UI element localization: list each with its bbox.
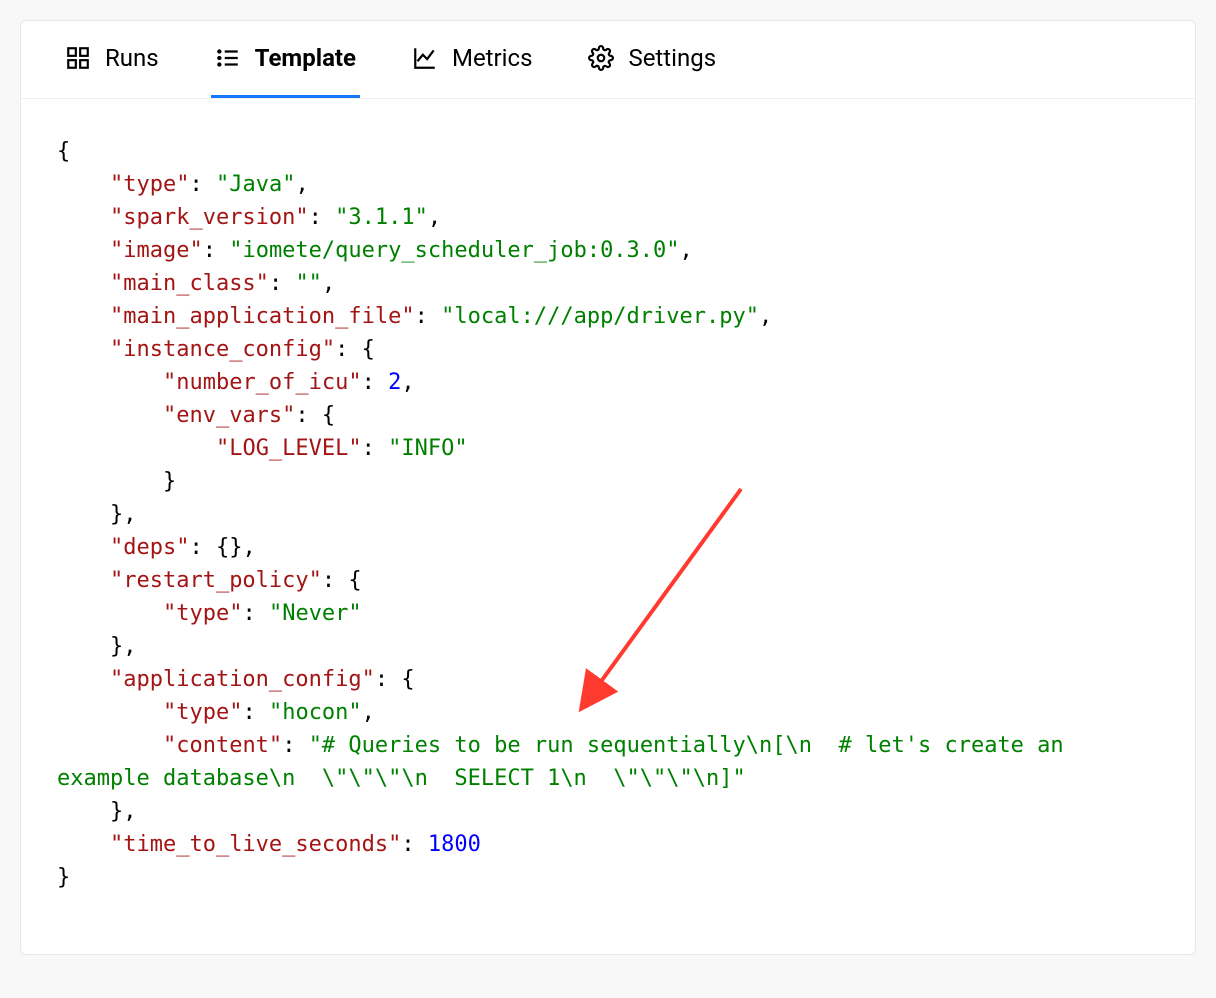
tab-label: Template (255, 44, 356, 72)
tab-template[interactable]: Template (211, 21, 360, 98)
list-icon (215, 45, 241, 71)
tab-runs[interactable]: Runs (61, 21, 163, 98)
tab-label: Settings (628, 44, 716, 72)
json-code-block: { "type": "Java", "spark_version": "3.1.… (57, 135, 1159, 894)
tab-metrics[interactable]: Metrics (408, 21, 536, 98)
code-area: { "type": "Java", "spark_version": "3.1.… (21, 99, 1195, 954)
chart-icon (412, 45, 438, 71)
tab-settings[interactable]: Settings (584, 21, 720, 98)
tab-label: Runs (105, 44, 159, 72)
tab-label: Metrics (452, 44, 532, 72)
panel: Runs Template Metrics (20, 20, 1196, 955)
grid-icon (65, 45, 91, 71)
gear-icon (588, 45, 614, 71)
tab-bar: Runs Template Metrics (21, 21, 1195, 99)
